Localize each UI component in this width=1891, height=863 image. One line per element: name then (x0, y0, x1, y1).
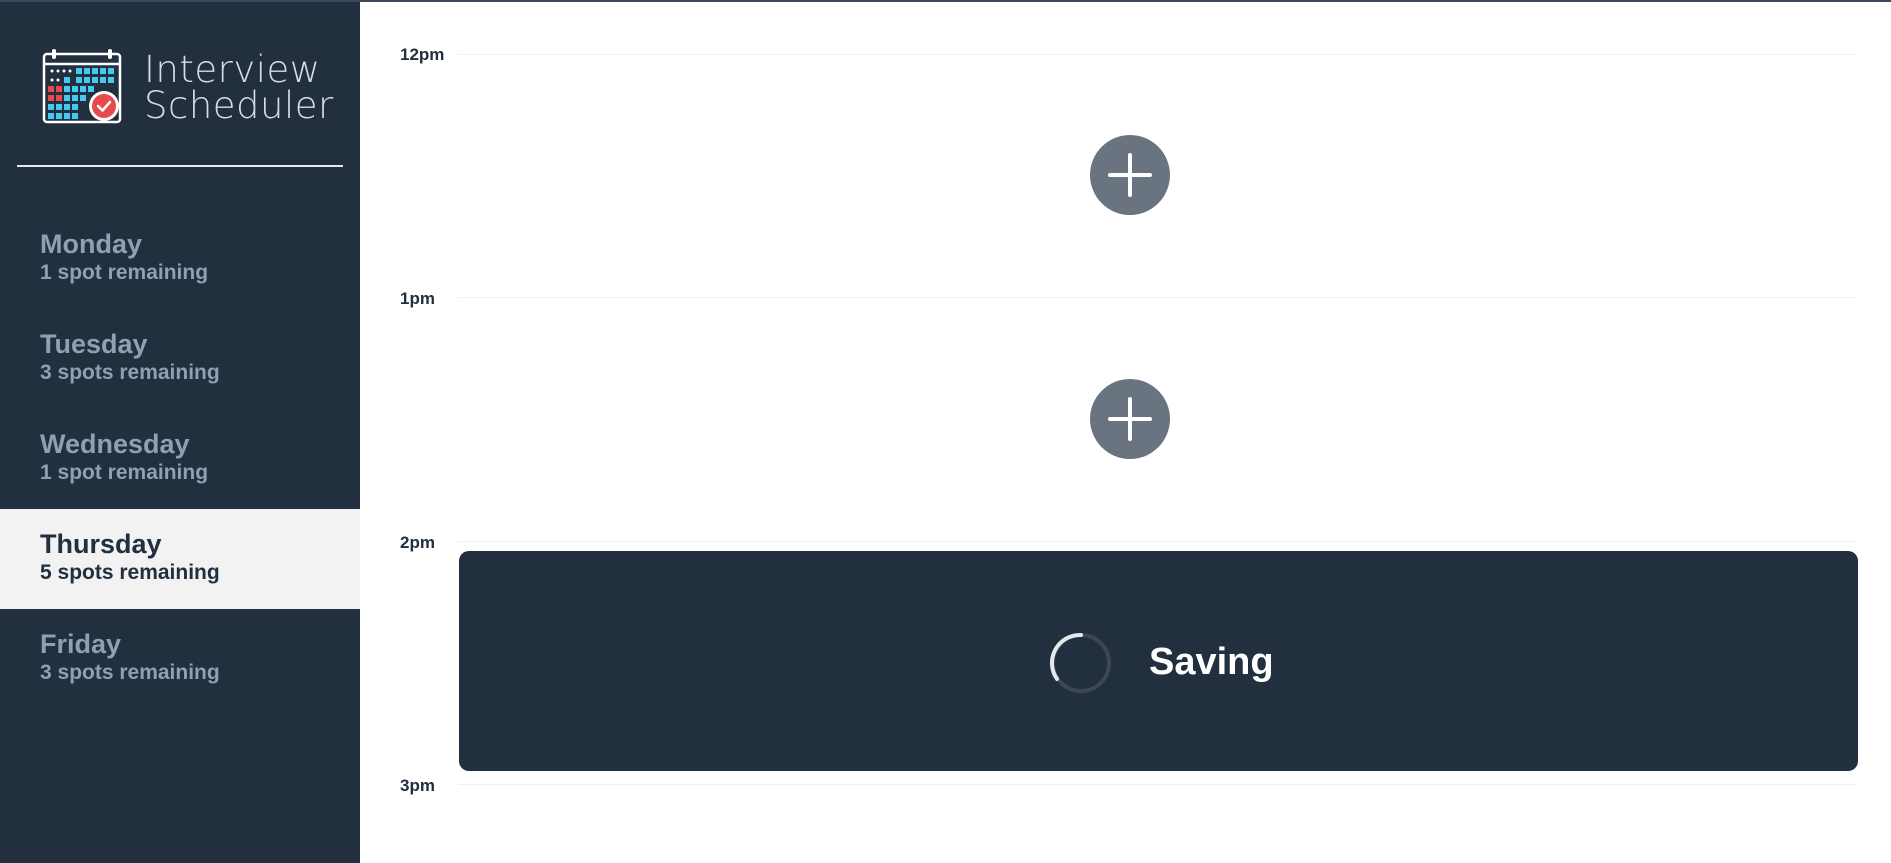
add-appointment-button[interactable] (1090, 379, 1170, 459)
day-spots-remaining: 3 spots remaining (40, 661, 220, 684)
app-window: Interview Scheduler Monday 1 spot remain… (0, 0, 1891, 863)
plus-icon (1108, 153, 1152, 197)
day-name: Tuesday (40, 329, 148, 359)
hour-divider (458, 541, 1857, 542)
app-title: Interview Scheduler (144, 48, 334, 127)
hour-divider (458, 297, 1857, 298)
calendar-check-icon (42, 49, 122, 124)
day-item-friday[interactable]: Friday 3 spots remaining (0, 609, 360, 709)
appointment-saving-card: Saving (459, 551, 1858, 771)
sidebar: Interview Scheduler Monday 1 spot remain… (0, 2, 360, 863)
day-spots-remaining: 1 spot remaining (40, 461, 209, 484)
time-label-2pm: 2pm (400, 533, 435, 552)
app-title-line1: Interview (144, 48, 321, 91)
day-item-thursday[interactable]: Thursday 5 spots remaining (0, 509, 360, 609)
day-spots-remaining: 5 spots remaining (40, 561, 220, 584)
hour-divider (458, 784, 1857, 785)
day-item-monday[interactable]: Monday 1 spot remaining (0, 209, 360, 309)
time-label-12pm: 12pm (400, 45, 445, 64)
spinner-icon (1049, 632, 1111, 693)
day-name: Friday (40, 629, 122, 659)
time-label-3pm: 3pm (400, 776, 435, 795)
saving-status-text: Saving (1149, 641, 1274, 683)
time-label-1pm: 1pm (400, 289, 435, 308)
brand: Interview Scheduler (42, 48, 342, 128)
day-spots-remaining: 3 spots remaining (40, 361, 220, 384)
day-name: Thursday (40, 529, 162, 559)
hour-divider (458, 54, 1857, 55)
day-list: Monday 1 spot remaining Tuesday 3 spots … (0, 209, 360, 709)
day-name: Wednesday (40, 429, 190, 459)
sidebar-divider (17, 165, 343, 167)
schedule[interactable]: 12pm 1pm 2pm Saving 3pm (360, 2, 1891, 863)
add-appointment-button[interactable] (1090, 135, 1170, 215)
day-item-tuesday[interactable]: Tuesday 3 spots remaining (0, 309, 360, 409)
day-spots-remaining: 1 spot remaining (40, 261, 209, 284)
day-name: Monday (40, 229, 143, 259)
app-title-line2: Scheduler (144, 84, 334, 127)
day-item-wednesday[interactable]: Wednesday 1 spot remaining (0, 409, 360, 509)
plus-icon (1108, 397, 1152, 441)
